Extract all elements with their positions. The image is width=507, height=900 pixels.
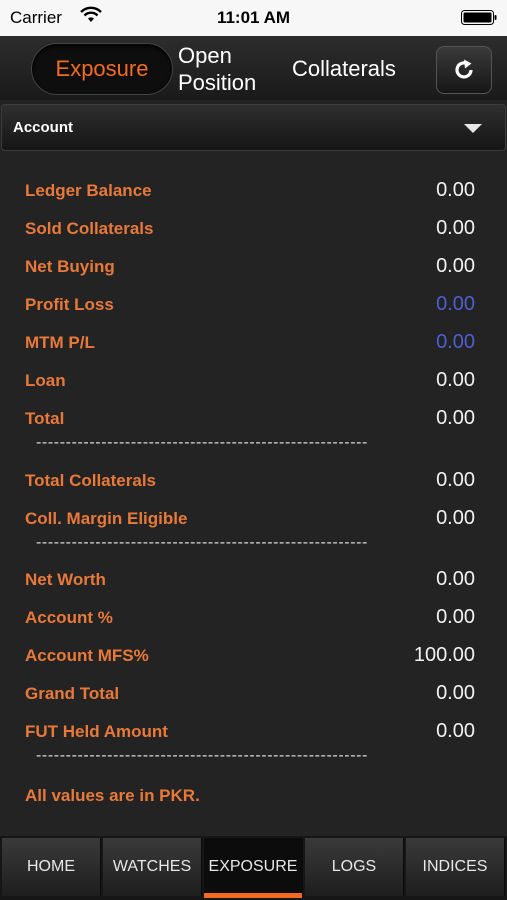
row-label: Loan (25, 371, 66, 390)
nav-indices[interactable]: INDICES (406, 838, 505, 896)
row-net-buying: Net Buying 0.00 (25, 255, 475, 279)
row-coll-margin-eligible: Coll. Margin Eligible 0.00 (25, 507, 475, 531)
row-value: 0.00 (436, 507, 475, 529)
row-value: 100.00 (413, 644, 475, 666)
separator-line: ----------------------------------------… (36, 747, 368, 764)
account-dropdown[interactable]: Account (1, 104, 506, 151)
nav-watches[interactable]: WATCHES (103, 838, 202, 896)
row-value[interactable]: 0.00 (436, 293, 475, 316)
row-total: Total 0.00 (25, 407, 475, 431)
row-grand-total: Grand Total 0.00 (25, 682, 475, 706)
row-label: Ledger Balance (25, 181, 152, 200)
row-value: 0.00 (436, 469, 475, 491)
tab-open-position[interactable]: Open Position (178, 42, 288, 96)
row-value: 0.00 (436, 682, 475, 704)
tab-collaterals[interactable]: Collaterals (292, 56, 396, 82)
row-account-mfs: Account MFS% 100.00 (25, 644, 475, 668)
currency-note: All values are in PKR. (25, 786, 200, 805)
separator-line: ----------------------------------------… (36, 434, 368, 451)
battery-icon (461, 10, 497, 25)
separator-line: ----------------------------------------… (36, 534, 368, 551)
row-value: 0.00 (436, 369, 475, 391)
row-label: Total Collaterals (25, 471, 156, 490)
row-label: Total (25, 409, 65, 428)
row-value: 0.00 (436, 255, 475, 277)
account-label: Account (13, 119, 73, 136)
row-value: 0.00 (436, 568, 475, 590)
row-mtm-pl: MTM P/L 0.00 (25, 331, 475, 355)
row-value: 0.00 (436, 217, 475, 239)
row-label: Account % (25, 608, 113, 627)
tab-open-line2: Position (178, 70, 257, 95)
row-label: Net Worth (25, 570, 106, 589)
row-label: MTM P/L (25, 333, 95, 352)
tab-open-line1: Open (178, 43, 232, 68)
row-value: 0.00 (436, 179, 475, 201)
nav-exposure[interactable]: EXPOSURE (204, 838, 303, 898)
clock: 11:01 AM (216, 8, 291, 27)
row-value[interactable]: 0.00 (436, 331, 475, 354)
row-label: Account MFS% (25, 646, 149, 665)
status-bar: Carrier 11:01 AM (0, 0, 507, 36)
row-label: FUT Held Amount (25, 722, 168, 741)
nav-home[interactable]: HOME (2, 838, 101, 896)
row-net-worth: Net Worth 0.00 (25, 568, 475, 592)
row-fut-held-amount: FUT Held Amount 0.00 (25, 720, 475, 744)
row-account-percent: Account % 0.00 (25, 606, 475, 630)
row-loan: Loan 0.00 (25, 369, 475, 393)
row-profit-loss: Profit Loss 0.00 (25, 293, 475, 317)
row-value: 0.00 (436, 720, 475, 742)
refresh-icon (455, 59, 473, 79)
row-label: Coll. Margin Eligible (25, 509, 188, 528)
tab-exposure[interactable]: Exposure (32, 44, 172, 94)
row-label: Net Buying (25, 257, 115, 276)
row-value: 0.00 (436, 407, 475, 429)
refresh-button[interactable] (436, 46, 492, 94)
row-value: 0.00 (436, 606, 475, 628)
row-sold-collaterals: Sold Collaterals 0.00 (25, 217, 475, 241)
row-label: Grand Total (25, 684, 120, 703)
row-total-collaterals: Total Collaterals 0.00 (25, 469, 475, 493)
nav-logs[interactable]: LOGS (305, 838, 404, 896)
row-ledger-balance: Ledger Balance 0.00 (25, 179, 475, 203)
caret-down-icon (464, 124, 482, 133)
row-label: Sold Collaterals (25, 219, 154, 238)
row-label: Profit Loss (25, 295, 114, 314)
